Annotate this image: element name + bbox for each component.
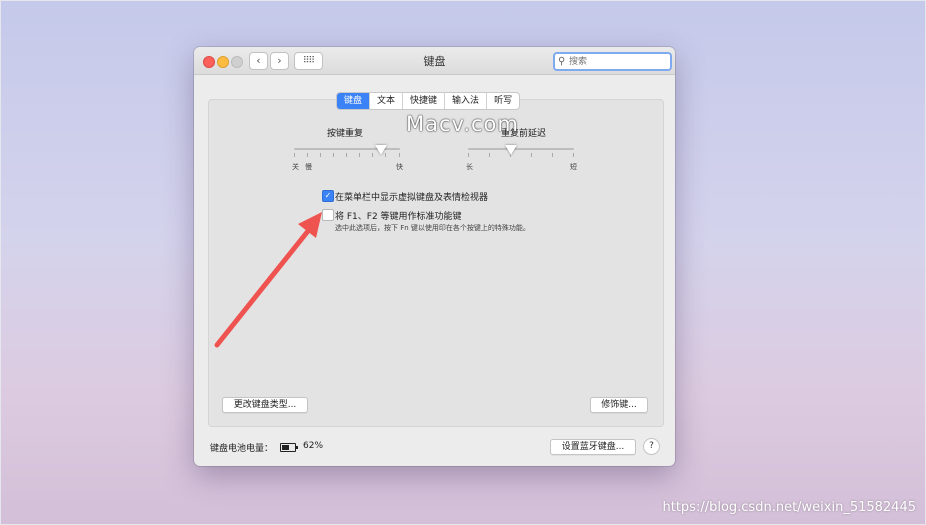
key-repeat-off-label: 关 [292, 163, 299, 171]
title-bar: ‹ › ⠿⠿ 键盘 ⚲ [194, 47, 675, 75]
keyboard-preferences-window: ‹ › ⠿⠿ 键盘 ⚲ 键盘 文本 快捷键 输入法 听写 按键重复 关 慢 快 … [194, 47, 675, 466]
battery-fill [282, 445, 289, 450]
show-viewer-checkbox[interactable]: ✓ [322, 190, 334, 202]
tab-keyboard[interactable]: 键盘 [337, 93, 370, 109]
fn-keys-checkbox[interactable] [322, 209, 334, 221]
change-keyboard-type-button[interactable]: 更改键盘类型... [222, 397, 308, 413]
fn-keys-description: 选中此选项后，按下 Fn 键以使用印在各个按键上的特殊功能。 [335, 224, 530, 232]
key-repeat-fast-label: 快 [396, 163, 403, 171]
key-repeat-label: 按键重复 [327, 129, 364, 139]
help-button[interactable]: ? [643, 438, 660, 455]
watermark-text: Macv.com [406, 112, 519, 136]
key-repeat-slider-thumb[interactable] [375, 145, 387, 155]
fn-keys-label: 将 F1、F2 等键用作标准功能键 [335, 212, 462, 222]
repeat-delay-slider-thumb[interactable] [505, 145, 517, 155]
setup-bluetooth-keyboard-button[interactable]: 设置蓝牙键盘... [550, 439, 636, 455]
repeat-delay-long-label: 长 [466, 163, 473, 171]
tab-text[interactable]: 文本 [369, 93, 402, 109]
repeat-delay-ticks [468, 153, 574, 157]
key-repeat-slow-label: 慢 [305, 163, 312, 171]
battery-level-label: 键盘电池电量： [210, 444, 274, 454]
repeat-delay-slider[interactable] [468, 148, 574, 150]
tab-bar: 键盘 文本 快捷键 输入法 听写 [336, 92, 521, 110]
search-field[interactable]: ⚲ [553, 52, 672, 71]
tab-input-sources[interactable]: 输入法 [444, 93, 486, 109]
battery-percent: 62% [303, 441, 324, 451]
settings-pane [208, 99, 664, 427]
tab-dictation[interactable]: 听写 [486, 93, 519, 109]
show-viewer-label: 在菜单栏中显示虚拟键盘及表情检视器 [335, 193, 489, 203]
repeat-delay-short-label: 短 [570, 163, 577, 171]
corner-watermark: https://blog.csdn.net/weixin_51582445 [662, 500, 916, 515]
search-input[interactable] [569, 54, 664, 69]
modifier-keys-button[interactable]: 修饰键... [590, 397, 648, 413]
battery-icon [280, 443, 298, 452]
search-icon: ⚲ [558, 56, 566, 67]
tab-shortcuts[interactable]: 快捷键 [402, 93, 444, 109]
